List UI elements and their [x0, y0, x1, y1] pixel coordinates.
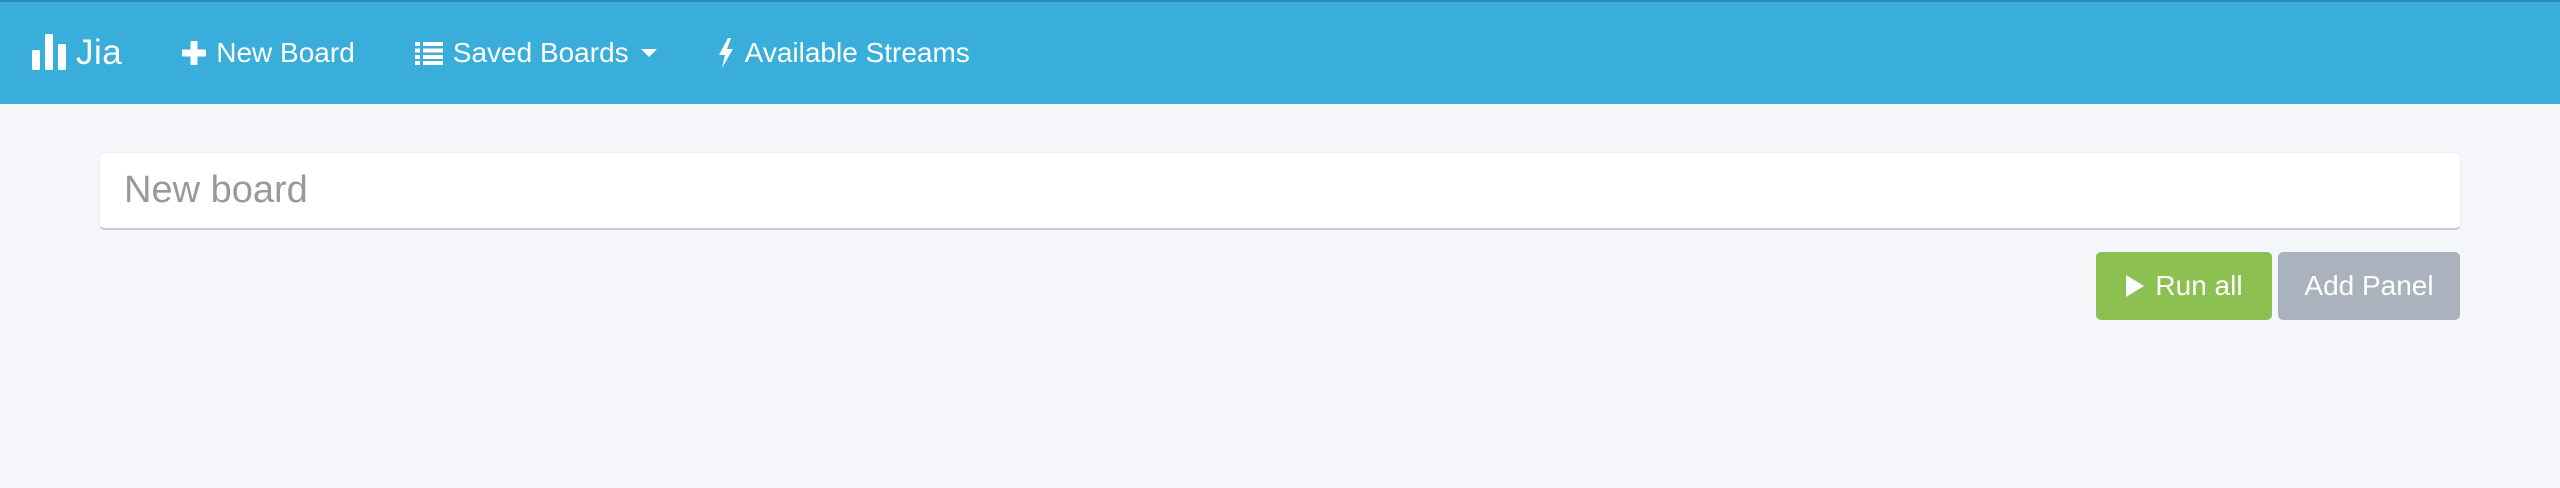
new-board-link[interactable]: New Board [182, 2, 355, 104]
add-panel-label: Add Panel [2304, 270, 2434, 301]
brand-link[interactable]: Jia [32, 2, 122, 104]
add-panel-button[interactable]: Add Panel [2278, 252, 2460, 320]
bar-chart-icon [32, 34, 66, 70]
new-board-label: New Board [216, 37, 355, 68]
saved-boards-label: Saved Boards [452, 37, 629, 68]
play-icon [2125, 274, 2145, 298]
run-all-label: Run all [2155, 270, 2243, 301]
plus-icon [182, 41, 207, 65]
available-streams-link[interactable]: Available Streams [717, 2, 970, 104]
list-icon [414, 41, 443, 65]
available-streams-label: Available Streams [744, 37, 970, 68]
saved-boards-dropdown[interactable]: Saved Boards [414, 2, 657, 104]
top-navbar: Jia New Board Saved Boards Available Str… [0, 0, 2560, 104]
run-all-button[interactable]: Run all [2096, 252, 2272, 320]
bolt-icon [717, 38, 735, 68]
brand-name: Jia [76, 33, 123, 72]
caret-down-icon [640, 48, 657, 58]
board-title-input[interactable] [99, 152, 2461, 230]
